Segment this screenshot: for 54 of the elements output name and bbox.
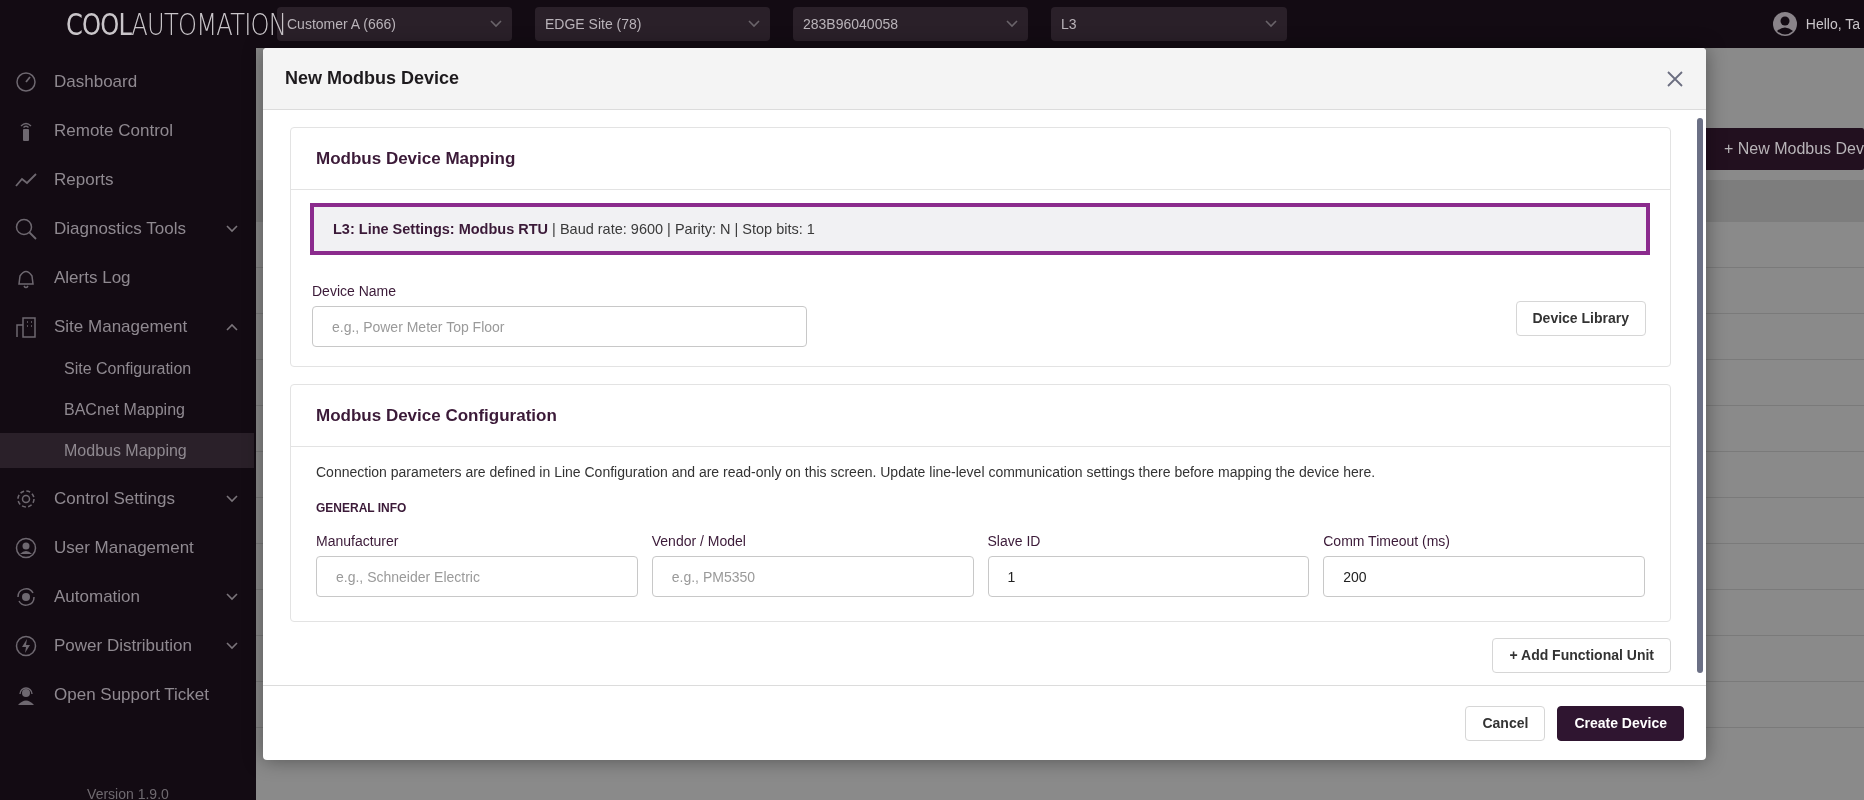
gear-icon <box>15 487 37 510</box>
device-library-button[interactable]: Device Library <box>1515 301 1646 336</box>
caret-icon <box>748 20 760 28</box>
user-icon <box>15 536 37 559</box>
create-button[interactable]: Create Device <box>1557 705 1684 741</box>
device-name-input[interactable]: e.g., Power Meter Top Floor <box>312 306 807 347</box>
caret-icon <box>1265 20 1277 28</box>
sidebar-subitem[interactable]: Site Configuration <box>0 351 256 386</box>
close-icon <box>1666 70 1684 89</box>
text-input[interactable]: 200 <box>1323 556 1645 597</box>
sidebar-item[interactable]: Diagnostics Tools <box>0 204 256 253</box>
text-input[interactable]: e.g., PM5350 <box>651 556 974 597</box>
version-text: Version 1.9.0 <box>87 786 169 800</box>
cancel-button[interactable]: Cancel <box>1465 705 1546 741</box>
sidebar-item[interactable]: User Management <box>0 523 256 572</box>
field-label: Manufacturer <box>316 532 400 551</box>
description-text: Connection parameters are defined in Line Configuration and are read-only on this screen. Update line-level communication settings there before mapping the device here. <box>316 463 1377 482</box>
select-dropdown[interactable]: L3 <box>1051 7 1287 41</box>
sidebar-item[interactable]: Open Support Ticket <box>0 670 256 719</box>
scrollbar-thumb[interactable] <box>1697 118 1703 673</box>
sidebar-item[interactable]: Site Management <box>0 302 256 351</box>
group-heading: GENERAL INFO <box>316 500 408 517</box>
line-settings-banner: L3: Line Settings: Modbus RTU | Baud rate: 9600 | Parity: N | Stop bits: 1 <box>310 203 1650 255</box>
text-input[interactable]: 1 <box>987 556 1310 597</box>
building-icon <box>15 315 37 338</box>
user-avatar-icon <box>1771 11 1798 37</box>
sidebar-item[interactable]: Control Settings <box>0 474 256 523</box>
greeting-text: Hello, Ta <box>1805 14 1860 34</box>
section-title: Modbus Device Mapping <box>316 147 516 170</box>
sidebar-subitem[interactable]: Modbus Mapping <box>0 433 254 468</box>
gauge-icon <box>15 70 37 93</box>
gear-cycle-icon <box>15 585 37 608</box>
caret-icon <box>490 20 502 28</box>
field-label: Device Name <box>312 282 398 301</box>
select-dropdown[interactable]: 283B96040058 <box>793 7 1028 41</box>
sidebar-item[interactable]: Alerts Log <box>0 253 256 302</box>
new-device-button[interactable]: + New Modbus Dev <box>1703 128 1864 170</box>
sidebar-item[interactable]: Automation <box>0 572 256 621</box>
field-label: Comm Timeout (ms) <box>1323 532 1452 551</box>
sidebar-subitem[interactable]: BACnet Mapping <box>0 392 256 427</box>
bolt-icon <box>15 634 37 657</box>
sidebar-item[interactable]: Power Distribution <box>0 621 256 670</box>
select-dropdown[interactable]: EDGE Site (78) <box>535 7 770 41</box>
add-unit-button[interactable]: + Add Functional Unit <box>1492 638 1671 673</box>
modal-title: New Modbus Device <box>285 67 460 90</box>
sidebar-item[interactable]: Remote Control <box>0 106 256 155</box>
caret-icon <box>1006 20 1018 28</box>
section-title: Modbus Device Configuration <box>316 404 557 427</box>
search-icon <box>15 217 37 240</box>
text-input[interactable]: e.g., Schneider Electric <box>316 556 638 597</box>
field-label: Slave ID <box>987 532 1042 551</box>
sidebar-item[interactable]: Reports <box>0 155 256 204</box>
sidebar-item[interactable]: Dashboard <box>0 57 256 106</box>
field-label: Vendor / Model <box>651 532 747 551</box>
